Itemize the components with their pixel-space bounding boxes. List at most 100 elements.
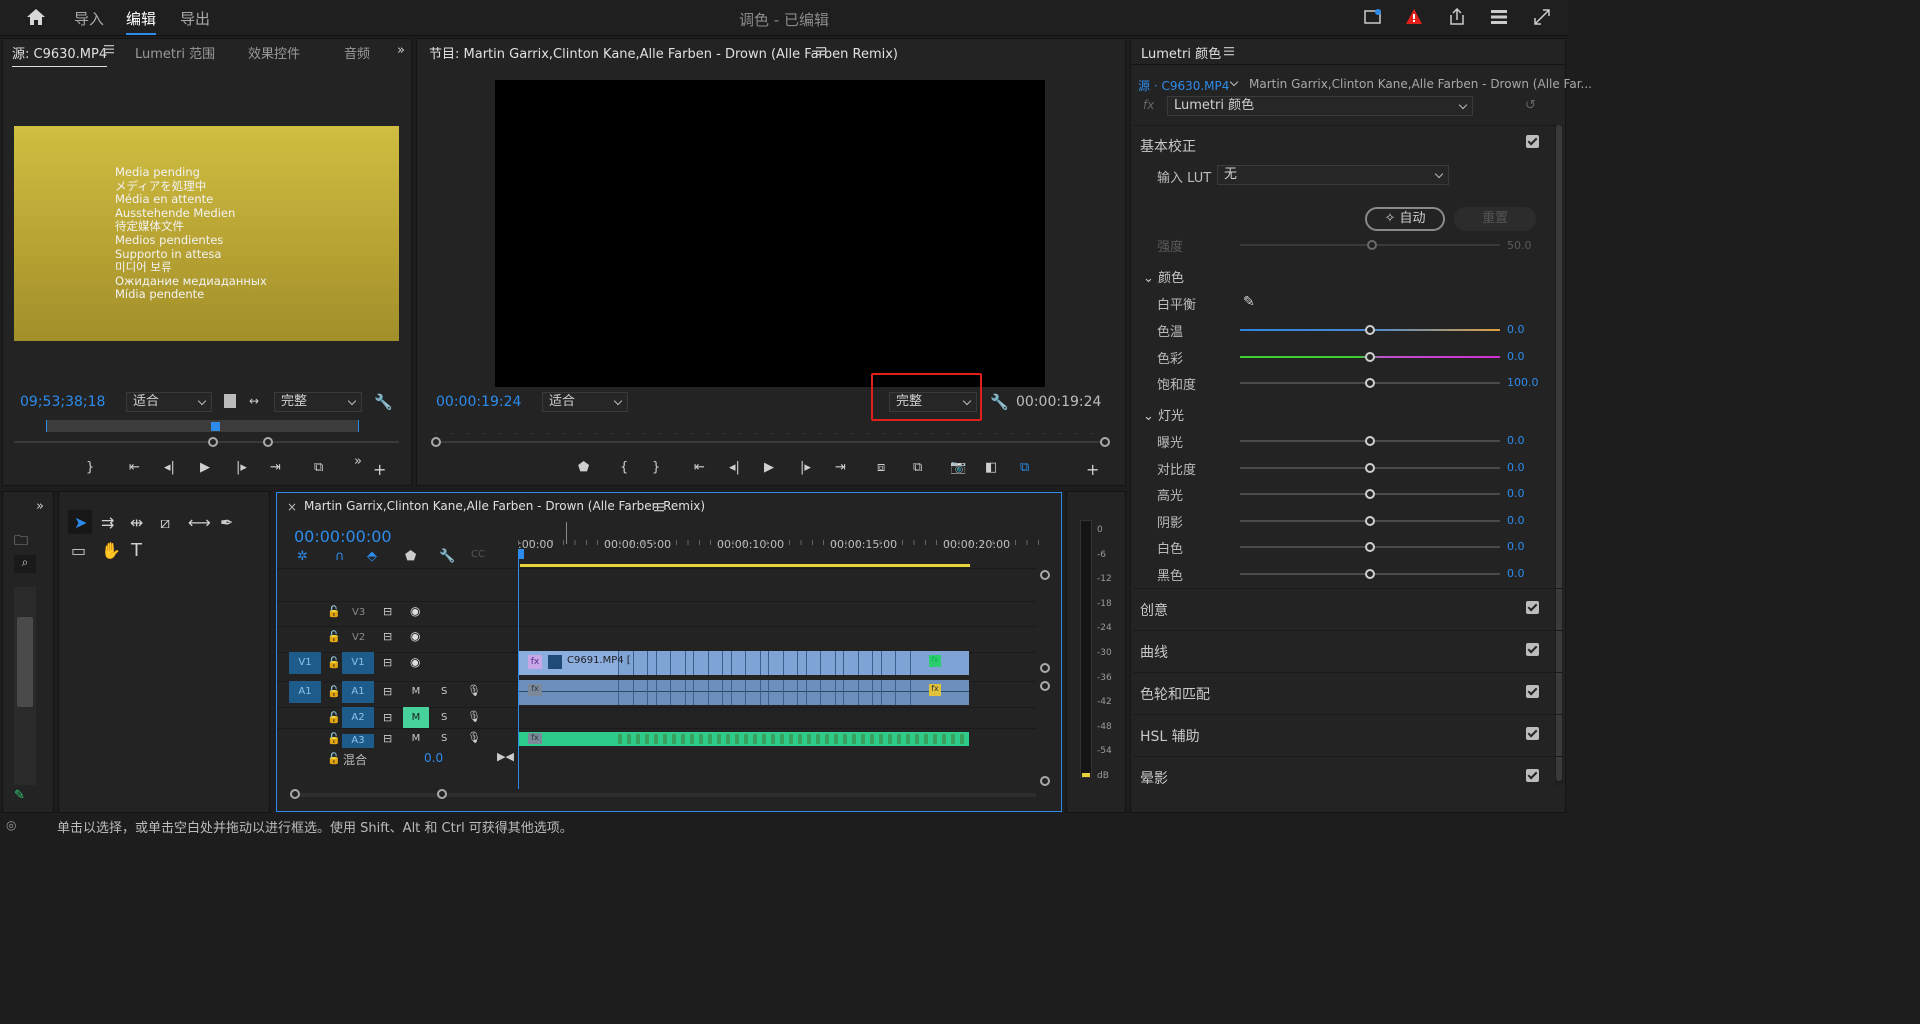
add-button-icon[interactable]: + [373, 460, 386, 479]
snap-icon[interactable]: ∩ [335, 549, 345, 564]
track-target-v2[interactable]: V2 [352, 632, 365, 643]
slider-value[interactable]: 0.0 [1507, 540, 1525, 553]
nest-icon[interactable]: ✲ [297, 549, 308, 564]
audio-clip-a1[interactable]: fx fx [518, 680, 969, 705]
lumetri-section-header[interactable]: 创意 [1140, 600, 1168, 620]
section-enable-checkbox[interactable] [1526, 685, 1539, 698]
drop-icon[interactable] [224, 394, 236, 408]
slider-value[interactable]: 100.0 [1507, 376, 1539, 389]
basic-correction-checkbox[interactable] [1526, 135, 1539, 148]
step-back-icon[interactable]: ◂| [164, 460, 175, 475]
auto-button[interactable]: ✧ 自动 [1365, 207, 1445, 231]
timeline-zoom-bar[interactable] [290, 789, 1036, 799]
lock-icon[interactable]: 🔓 [327, 711, 341, 724]
slider-value[interactable]: 0.0 [1507, 434, 1525, 447]
tab-source[interactable]: 源: C9630.MP4 [12, 43, 108, 67]
hand-tool-icon[interactable]: ✋ [101, 541, 121, 560]
mix-value[interactable]: 0.0 [424, 751, 443, 765]
solo-icon[interactable]: S [441, 686, 447, 697]
sync-lock-icon[interactable]: ⊟ [383, 732, 392, 745]
tab-audio[interactable]: 音频 [344, 43, 370, 62]
play-icon[interactable]: ▶ [200, 460, 210, 475]
search-icon[interactable]: ⌕ [14, 555, 36, 573]
source-quality-dropdown[interactable]: 完整 [274, 392, 362, 412]
step-forward-icon[interactable]: |▸ [800, 460, 811, 475]
go-to-in-icon[interactable]: ⇤ [129, 460, 140, 475]
sync-lock-icon[interactable]: ⊟ [383, 630, 392, 643]
mute-icon[interactable]: M [403, 681, 429, 703]
adjustment-slider[interactable] [1240, 542, 1500, 553]
sync-lock-icon[interactable]: ⊟ [383, 685, 392, 698]
work-area-bar[interactable] [520, 564, 970, 567]
program-time-ruler[interactable] [436, 425, 1105, 439]
track-target-a2[interactable]: A2 [342, 707, 374, 729]
basic-correction-header[interactable]: 基本校正 [1140, 136, 1196, 156]
lumetri-scrollbar[interactable] [1555, 125, 1563, 785]
lock-icon[interactable]: 🔓 [327, 656, 341, 669]
go-to-out-icon[interactable]: ⇥ [835, 460, 846, 475]
audio-clip-a3[interactable]: fx [518, 732, 969, 746]
lumetri-section-header[interactable]: 晕影 [1140, 768, 1168, 788]
lumetri-section-header[interactable]: 色轮和匹配 [1140, 684, 1210, 704]
lumetri-source-clip[interactable]: 源 · C9630.MP4 [1138, 77, 1229, 94]
sync-lock-icon[interactable]: ⊟ [383, 711, 392, 724]
sync-lock-icon[interactable]: ⊟ [383, 605, 392, 618]
hamburger-icon[interactable] [104, 44, 114, 54]
slider-value[interactable]: 0.0 [1507, 514, 1525, 527]
lumetri-menu-icon[interactable] [1224, 46, 1234, 56]
captions-icon[interactable]: CC [471, 549, 485, 560]
camera-icon[interactable]: 📷 [950, 460, 966, 475]
tab-effect-controls[interactable]: 效果控件 [248, 43, 300, 62]
program-fit-dropdown[interactable]: 适合 [542, 392, 628, 412]
fullscreen-icon[interactable] [1533, 8, 1551, 26]
slider-value[interactable]: 0.0 [1507, 350, 1525, 363]
slider-knob[interactable] [1365, 325, 1375, 335]
video-clip[interactable]: fx C9691.MP4 [ fx [518, 651, 969, 675]
intensity-slider[interactable] [1240, 240, 1500, 250]
sync-lock-icon[interactable]: ⊟ [383, 656, 392, 669]
adjustment-slider[interactable] [1240, 436, 1500, 446]
slider-value[interactable]: 0.0 [1507, 567, 1525, 580]
track-target-v3[interactable]: V3 [352, 607, 365, 618]
mute-icon[interactable]: M [403, 728, 429, 750]
lock-icon[interactable]: 🔓 [327, 732, 341, 745]
quick-export-icon[interactable] [1364, 9, 1382, 25]
workspaces-icon[interactable] [1490, 9, 1508, 25]
program-quality-dropdown[interactable]: 完整 [889, 392, 977, 412]
lumetri-effect-dropdown[interactable]: Lumetri 颜色 [1167, 96, 1473, 116]
timeline-settings-icon[interactable]: 🔧 [439, 549, 455, 564]
intensity-value[interactable]: 50.0 [1507, 239, 1532, 252]
solo-icon[interactable]: S [441, 712, 447, 723]
tab-lumetri-scopes[interactable]: Lumetri 范围 [135, 43, 215, 62]
lift-icon[interactable]: ⧈ [877, 460, 885, 475]
lumetri-section-header[interactable]: 曲线 [1140, 642, 1168, 662]
timeline-timecode[interactable]: 00:00:00:00 [294, 527, 392, 546]
proxy-toggle-icon[interactable]: ⧉ [1020, 460, 1029, 475]
adjustment-slider[interactable] [1240, 569, 1500, 579]
a-zoom-handle-bottom[interactable] [1040, 776, 1050, 786]
light-section-header[interactable]: ⌄ 灯光 [1143, 405, 1184, 424]
more-tabs-icon[interactable]: » [397, 43, 405, 58]
section-enable-checkbox[interactable] [1526, 643, 1539, 656]
more-tabs-icon[interactable]: » [36, 499, 44, 514]
trim-icon[interactable]: ↔ [249, 394, 259, 408]
v-zoom-handle-top[interactable] [1040, 570, 1050, 580]
slider-knob[interactable] [1365, 569, 1375, 579]
adjustment-slider[interactable] [1240, 515, 1500, 526]
eye-icon[interactable]: ◉ [410, 629, 420, 643]
reset-icon[interactable]: ↺ [1525, 98, 1536, 113]
pen-tool-icon[interactable]: ✒ [220, 513, 233, 532]
mute-icon[interactable]: M [403, 707, 429, 729]
mark-out-icon[interactable]: } [652, 460, 660, 475]
add-button-icon[interactable]: + [1086, 460, 1099, 479]
eyedropper-icon[interactable]: ✎ [1243, 294, 1255, 310]
project-scrollbar[interactable] [14, 587, 36, 785]
v-zoom-handle[interactable] [1040, 663, 1050, 673]
track-target-a1[interactable]: A1 [342, 681, 374, 703]
insert-icon[interactable]: ⧉ [314, 460, 323, 475]
microphone-icon[interactable]: 🎙 [467, 684, 481, 697]
color-section-header[interactable]: ⌄ 颜色 [1143, 267, 1184, 286]
type-tool-icon[interactable]: T [131, 540, 142, 561]
timeline-menu-icon[interactable] [654, 502, 664, 512]
solo-icon[interactable]: S [441, 733, 447, 744]
